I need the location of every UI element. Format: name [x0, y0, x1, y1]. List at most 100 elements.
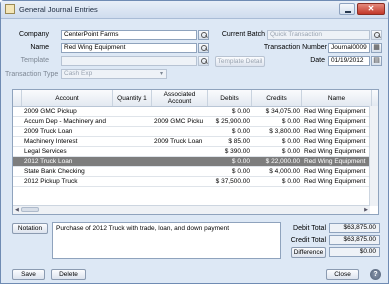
date-field[interactable]: 01/19/2012	[328, 56, 370, 66]
table-row[interactable]: 2012 Truck Loan $ 0.00 $ 22,000.00 Red Wing…	[13, 157, 370, 167]
number-generator-icon[interactable]: ▦	[371, 43, 382, 53]
cell-debits[interactable]: $ 85.00	[208, 137, 252, 146]
template-lookup-icon[interactable]	[198, 56, 209, 66]
company-field[interactable]: CenterPoint Farms	[61, 30, 197, 40]
cell-name[interactable]: Red Wing Equipment	[302, 117, 372, 126]
calendar-icon[interactable]: ▤	[371, 56, 382, 66]
close-button[interactable]: Close	[326, 269, 359, 280]
col-account[interactable]: Account	[22, 90, 113, 106]
col-associated-account[interactable]: Associated Account	[152, 90, 208, 106]
company-lookup-icon[interactable]	[198, 30, 209, 40]
cell-quantity[interactable]	[113, 167, 152, 176]
cell-quantity[interactable]	[113, 147, 152, 156]
title-bar: General Journal Entries ✕	[1, 1, 388, 19]
cell-credits[interactable]: $ 0.00	[252, 147, 302, 156]
cell-associated-account[interactable]	[152, 147, 208, 156]
cell-quantity[interactable]	[113, 177, 152, 186]
cell-credits[interactable]: $ 3,800.00	[252, 127, 302, 136]
save-button[interactable]: Save	[12, 269, 45, 280]
journal-grid: Account Quantity 1 Associated Account De…	[12, 89, 379, 215]
cell-quantity[interactable]	[113, 127, 152, 136]
notation-text[interactable]: Purchase of 2012 Truck with trade, loan,…	[52, 222, 281, 259]
debit-total-label: Debit Total	[293, 225, 326, 232]
cell-quantity[interactable]	[113, 117, 152, 126]
cell-credits[interactable]: $ 0.00	[252, 117, 302, 126]
cell-credits[interactable]: $ 0.00	[252, 177, 302, 186]
row-selector-header	[13, 90, 22, 106]
minimize-button[interactable]	[339, 3, 355, 15]
cell-associated-account[interactable]	[152, 157, 208, 166]
table-row[interactable]: 2009 GMC Pickup $ 0.00 $ 34,075.00 Red Wing…	[13, 107, 370, 117]
cell-debits[interactable]: $ 0.00	[208, 167, 252, 176]
cell-quantity[interactable]	[113, 157, 152, 166]
cell-debits[interactable]: $ 37,500.00	[208, 177, 252, 186]
app-icon	[5, 4, 15, 14]
template-detail-button[interactable]: Template Detail	[215, 56, 265, 67]
cell-name[interactable]: Red Wing Equipment	[302, 147, 372, 156]
cell-credits[interactable]: $ 22,000.00	[252, 157, 302, 166]
cell-debits[interactable]: $ 0.00	[208, 107, 252, 116]
name-field[interactable]: Red Wing Equipment	[61, 43, 197, 53]
col-debits[interactable]: Debits	[208, 90, 252, 106]
cell-account[interactable]: Legal Services	[22, 147, 113, 156]
table-row[interactable]: State Bank Checking $ 0.00 $ 4,000.00 Red W…	[13, 167, 370, 177]
scroll-right-icon[interactable]: ▶	[364, 207, 368, 213]
cell-associated-account[interactable]: 2009 GMC Picku	[152, 117, 208, 126]
table-row[interactable]: Machinery Interest 2009 Truck Loan $ 85.00…	[13, 137, 370, 147]
scroll-left-icon[interactable]: ◀	[15, 207, 19, 213]
help-icon[interactable]: ?	[370, 269, 381, 280]
transaction-number-label: Transaction Number	[263, 44, 327, 51]
current-batch-field[interactable]: Quick Transaction	[267, 30, 370, 40]
batch-lookup-icon[interactable]	[371, 30, 382, 40]
cell-account[interactable]: Accum Dep - Machinery and	[22, 117, 113, 126]
cell-account[interactable]: 2009 Truck Loan	[22, 127, 113, 136]
cell-name[interactable]: Red Wing Equipment	[302, 167, 372, 176]
cell-associated-account[interactable]	[152, 127, 208, 136]
cell-name[interactable]: Red Wing Equipment	[302, 177, 372, 186]
cell-debits[interactable]: $ 0.00	[208, 127, 252, 136]
cell-account[interactable]: 2009 GMC Pickup	[22, 107, 113, 116]
cell-credits[interactable]: $ 4,000.00	[252, 167, 302, 176]
company-label: Company	[19, 31, 49, 38]
cell-account[interactable]: Machinery Interest	[22, 137, 113, 146]
name-lookup-icon[interactable]	[198, 43, 209, 53]
cell-account[interactable]: State Bank Checking	[22, 167, 113, 176]
cell-account[interactable]: 2012 Truck Loan	[22, 157, 113, 166]
scroll-thumb[interactable]	[21, 207, 39, 212]
cell-associated-account[interactable]	[152, 167, 208, 176]
transaction-type-select[interactable]: Cash Exp	[61, 69, 167, 79]
cell-debits[interactable]: $ 25,900.00	[208, 117, 252, 126]
close-window-button[interactable]: ✕	[357, 3, 385, 15]
grid-header: Account Quantity 1 Associated Account De…	[13, 90, 378, 107]
cell-name[interactable]: Red Wing Equipment	[302, 137, 372, 146]
cell-associated-account[interactable]	[152, 107, 208, 116]
delete-button[interactable]: Delete	[51, 269, 86, 280]
cell-account[interactable]: 2012 Pickup Truck	[22, 177, 113, 186]
cell-credits[interactable]: $ 0.00	[252, 137, 302, 146]
horizontal-scrollbar[interactable]: ◀ ▶	[13, 205, 370, 214]
cell-name[interactable]: Red Wing Equipment	[302, 127, 372, 136]
cell-name[interactable]: Red Wing Equipment	[302, 157, 372, 166]
table-row[interactable]: Accum Dep - Machinery and 2009 GMC Picku $…	[13, 117, 370, 127]
template-field[interactable]	[61, 56, 197, 66]
table-row[interactable]: Legal Services $ 390.00 $ 0.00 Red Wing Equ…	[13, 147, 370, 157]
cell-name[interactable]: Red Wing Equipment	[302, 107, 372, 116]
cell-associated-account[interactable]	[152, 177, 208, 186]
table-row[interactable]: 2009 Truck Loan $ 0.00 $ 3,800.00 Red Wing …	[13, 127, 370, 137]
cell-credits[interactable]: $ 34,075.00	[252, 107, 302, 116]
transaction-number-field[interactable]: Journal0009	[328, 43, 370, 53]
col-quantity[interactable]: Quantity 1	[113, 90, 152, 106]
cell-debits[interactable]: $ 0.00	[208, 157, 252, 166]
cell-associated-account[interactable]: 2009 Truck Loan	[152, 137, 208, 146]
notation-button[interactable]: Notation	[12, 223, 48, 234]
col-credits[interactable]: Credits	[252, 90, 302, 106]
difference-button[interactable]: Difference	[291, 247, 326, 258]
cell-debits[interactable]: $ 390.00	[208, 147, 252, 156]
cell-quantity[interactable]	[113, 107, 152, 116]
transaction-type-label: Transaction Type	[5, 71, 59, 78]
col-name[interactable]: Name	[302, 90, 372, 106]
credit-total-value: $63,875.00	[329, 235, 380, 245]
vertical-scrollbar[interactable]	[369, 106, 378, 206]
cell-quantity[interactable]	[113, 137, 152, 146]
table-row[interactable]: 2012 Pickup Truck $ 37,500.00 $ 0.00 Red Wi…	[13, 177, 370, 187]
